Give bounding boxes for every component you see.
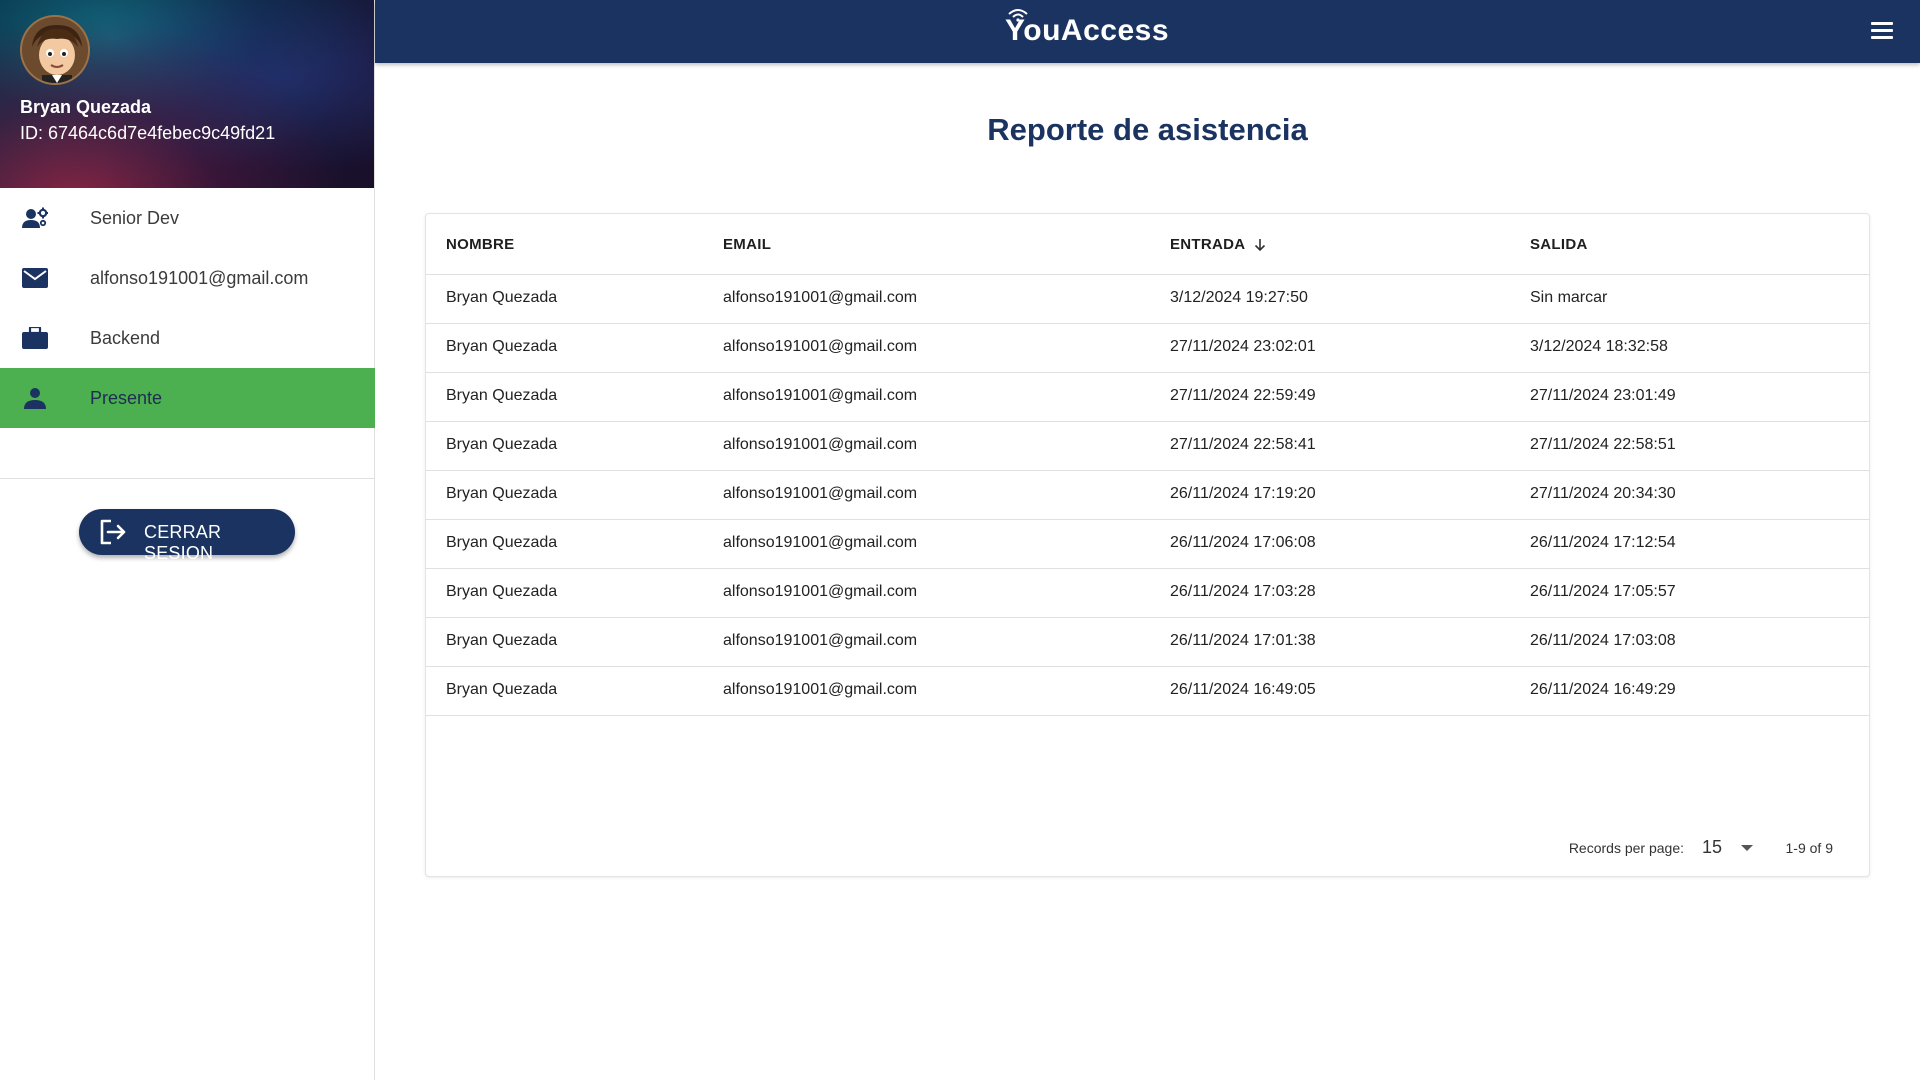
table-header: NOMBRE EMAIL ENTRADA SALIDA (426, 214, 1869, 275)
sidebar-item-label: Backend (90, 327, 161, 348)
cell-nombre: Bryan Quezada (446, 632, 558, 649)
cell-salida: 26/11/2024 17:12:54 (1530, 534, 1676, 551)
records-per-page-select[interactable]: 15 (1702, 835, 1757, 861)
profile-header: Bryan Quezada ID: 67464c6d7e4febec9c49fd… (0, 0, 374, 188)
cell-email: alfonso191001@gmail.com (723, 436, 918, 453)
column-header-salida[interactable]: SALIDA (1530, 236, 1588, 253)
cell-entrada: 3/12/2024 19:27:50 (1170, 289, 1308, 306)
profile-id: ID: 67464c6d7e4febec9c49fd21 (20, 123, 276, 143)
table-row[interactable]: Bryan Quezada alfonso191001@gmail.com 27/1… (426, 324, 1869, 373)
records-per-page-label: Records per page: (1568, 840, 1684, 856)
cell-salida: 26/11/2024 16:49:29 (1530, 681, 1676, 698)
cell-entrada: 26/11/2024 17:06:08 (1170, 534, 1316, 551)
cell-salida: 26/11/2024 17:05:57 (1530, 583, 1676, 600)
logout-label: CERRAR SESION (144, 522, 222, 563)
dropdown-caret-icon (1741, 845, 1753, 851)
sidebar-item-email[interactable]: alfonso191001@gmail.com (0, 248, 375, 308)
sidebar-item-label: alfonso191001@gmail.com (90, 267, 309, 288)
table-row[interactable]: Bryan Quezada alfonso191001@gmail.com 26/1… (426, 667, 1869, 716)
cell-entrada: 26/11/2024 17:03:28 (1170, 583, 1316, 600)
cell-entrada: 26/11/2024 16:49:05 (1170, 681, 1316, 698)
sidebar-item-area[interactable]: Backend (0, 308, 375, 368)
cell-nombre: Bryan Quezada (446, 436, 558, 453)
profile-name: Bryan Quezada (20, 97, 152, 117)
sort-arrow-down-icon (1255, 238, 1266, 251)
cell-entrada: 27/11/2024 23:02:01 (1170, 338, 1316, 355)
top-app-bar: YouAccess (375, 0, 1920, 63)
sidebar-item-role[interactable]: Senior Dev (0, 188, 375, 248)
table-row[interactable]: Bryan Quezada alfonso191001@gmail.com 27/1… (426, 373, 1869, 422)
table-row[interactable]: Bryan Quezada alfonso191001@gmail.com 3/12… (426, 275, 1869, 324)
column-header-email[interactable]: EMAIL (723, 236, 771, 253)
cell-nombre: Bryan Quezada (446, 387, 558, 404)
cell-salida: 27/11/2024 23:01:49 (1530, 387, 1676, 404)
records-per-page-value: 15 (1702, 837, 1723, 857)
sidebar-divider (0, 478, 375, 479)
hamburger-menu-icon[interactable] (1869, 20, 1895, 42)
cell-email: alfonso191001@gmail.com (723, 338, 918, 355)
cell-entrada: 27/11/2024 22:58:41 (1170, 436, 1316, 453)
app: Bryan Quezada ID: 67464c6d7e4febec9c49fd… (0, 0, 1920, 1080)
pagination-range: 1-9 of 9 (1785, 840, 1833, 856)
sidebar-nav: Senior Dev alfonso191001@gmail.com Backe… (0, 188, 375, 428)
cell-nombre: Bryan Quezada (446, 485, 558, 502)
table-row[interactable]: Bryan Quezada alfonso191001@gmail.com 26/1… (426, 520, 1869, 569)
cell-email: alfonso191001@gmail.com (723, 534, 918, 551)
brand-name: YouAccess (1005, 14, 1170, 47)
cell-entrada: 27/11/2024 22:59:49 (1170, 387, 1316, 404)
cell-entrada: 26/11/2024 17:19:20 (1170, 485, 1316, 502)
cell-nombre: Bryan Quezada (446, 583, 558, 600)
table-footer: Records per page: 15 1-9 of 9 (426, 819, 1869, 877)
cell-nombre: Bryan Quezada (446, 338, 558, 355)
cell-email: alfonso191001@gmail.com (723, 681, 918, 698)
wifi-icon (1008, 9, 1028, 22)
cell-email: alfonso191001@gmail.com (723, 289, 918, 306)
cell-nombre: Bryan Quezada (446, 289, 558, 306)
mail-icon (22, 266, 48, 290)
logout-button[interactable]: CERRAR SESION (79, 509, 295, 563)
column-header-nombre[interactable]: NOMBRE (446, 236, 514, 253)
cell-nombre: Bryan Quezada (446, 681, 558, 698)
column-header-entrada[interactable]: ENTRADA (1170, 236, 1267, 253)
cell-email: alfonso191001@gmail.com (723, 583, 918, 600)
sidebar-item-label: Senior Dev (90, 207, 180, 228)
cell-entrada: 26/11/2024 17:01:38 (1170, 632, 1316, 649)
brand-logo[interactable]: YouAccess (1005, 9, 1170, 52)
person-icon (22, 386, 48, 410)
table-row[interactable]: Bryan Quezada alfonso191001@gmail.com 26/1… (426, 471, 1869, 520)
page-title: Reporte de asistencia (987, 112, 1308, 147)
attendance-table: NOMBRE EMAIL ENTRADA SALIDA Bryan Quezad… (425, 213, 1870, 877)
briefcase-icon (22, 326, 48, 350)
cell-salida: 26/11/2024 17:03:08 (1530, 632, 1676, 649)
cell-nombre: Bryan Quezada (446, 534, 558, 551)
logout-icon (99, 519, 127, 545)
cell-salida: 27/11/2024 20:34:30 (1530, 485, 1676, 502)
sidebar: Bryan Quezada ID: 67464c6d7e4febec9c49fd… (0, 0, 375, 1080)
sidebar-item-status[interactable]: Presente (0, 368, 375, 428)
cell-email: alfonso191001@gmail.com (723, 387, 918, 404)
cell-email: alfonso191001@gmail.com (723, 632, 918, 649)
sidebar-item-label: Presente (90, 387, 163, 408)
cell-salida: 27/11/2024 22:58:51 (1530, 436, 1676, 453)
avatar (20, 15, 90, 85)
user-gear-icon (22, 206, 48, 230)
cell-email: alfonso191001@gmail.com (723, 485, 918, 502)
table-row[interactable]: Bryan Quezada alfonso191001@gmail.com 27/1… (426, 422, 1869, 471)
table-row[interactable]: Bryan Quezada alfonso191001@gmail.com 26/1… (426, 618, 1869, 667)
table-row[interactable]: Bryan Quezada alfonso191001@gmail.com 26/1… (426, 569, 1869, 618)
cell-salida: Sin marcar (1530, 289, 1608, 306)
cell-salida: 3/12/2024 18:32:58 (1530, 338, 1668, 355)
